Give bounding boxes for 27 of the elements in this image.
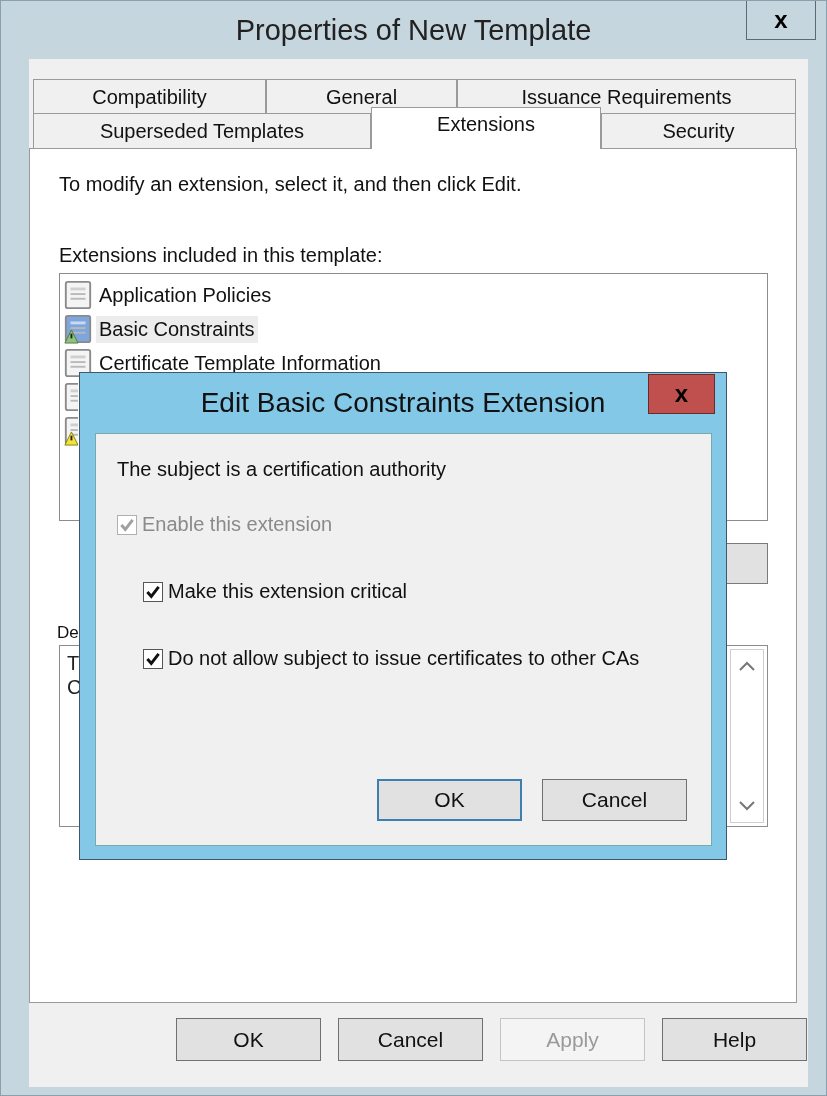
chevron-up-icon[interactable] <box>737 660 757 672</box>
tab[interactable]: Security <box>601 113 796 149</box>
chevron-down-icon[interactable] <box>737 800 757 812</box>
checkbox[interactable]: Make this extension critical <box>143 580 691 603</box>
dialog-heading: The subject is a certification authority <box>117 458 448 481</box>
checkbox[interactable]: Do not allow subject to issue certificates to other CAs <box>143 647 691 670</box>
checkbox-box[interactable] <box>143 581 163 602</box>
scrollbar[interactable] <box>730 649 764 823</box>
dialog-button[interactable]: OK <box>377 779 522 821</box>
dialog-button[interactable]: OK <box>176 1018 321 1061</box>
tab[interactable]: Superseded Templates <box>33 113 371 149</box>
tab[interactable]: Compatibility <box>33 79 266 115</box>
dialog-title: Edit Basic Constraints Extension <box>200 387 606 419</box>
list-item[interactable]: Application Policies <box>96 281 275 309</box>
dialog-button[interactable]: Cancel <box>542 779 687 821</box>
checkbox-box[interactable] <box>143 648 163 669</box>
list-item[interactable]: Basic Constraints <box>96 315 258 343</box>
dialog-button[interactable]: Cancel <box>338 1018 483 1061</box>
close-button[interactable]: x <box>648 374 715 414</box>
description-text: T <box>67 651 80 675</box>
window-title: Properties of New Template <box>235 13 592 47</box>
dialog-button[interactable]: Help <box>662 1018 807 1061</box>
tab[interactable]: Extensions <box>371 107 601 149</box>
list-label: Extensions included in this template: <box>59 244 384 267</box>
close-button[interactable]: x <box>746 1 816 40</box>
instruction-text: To modify an extension, select it, and then click Edit. <box>59 173 523 196</box>
description-label: De <box>57 623 79 643</box>
